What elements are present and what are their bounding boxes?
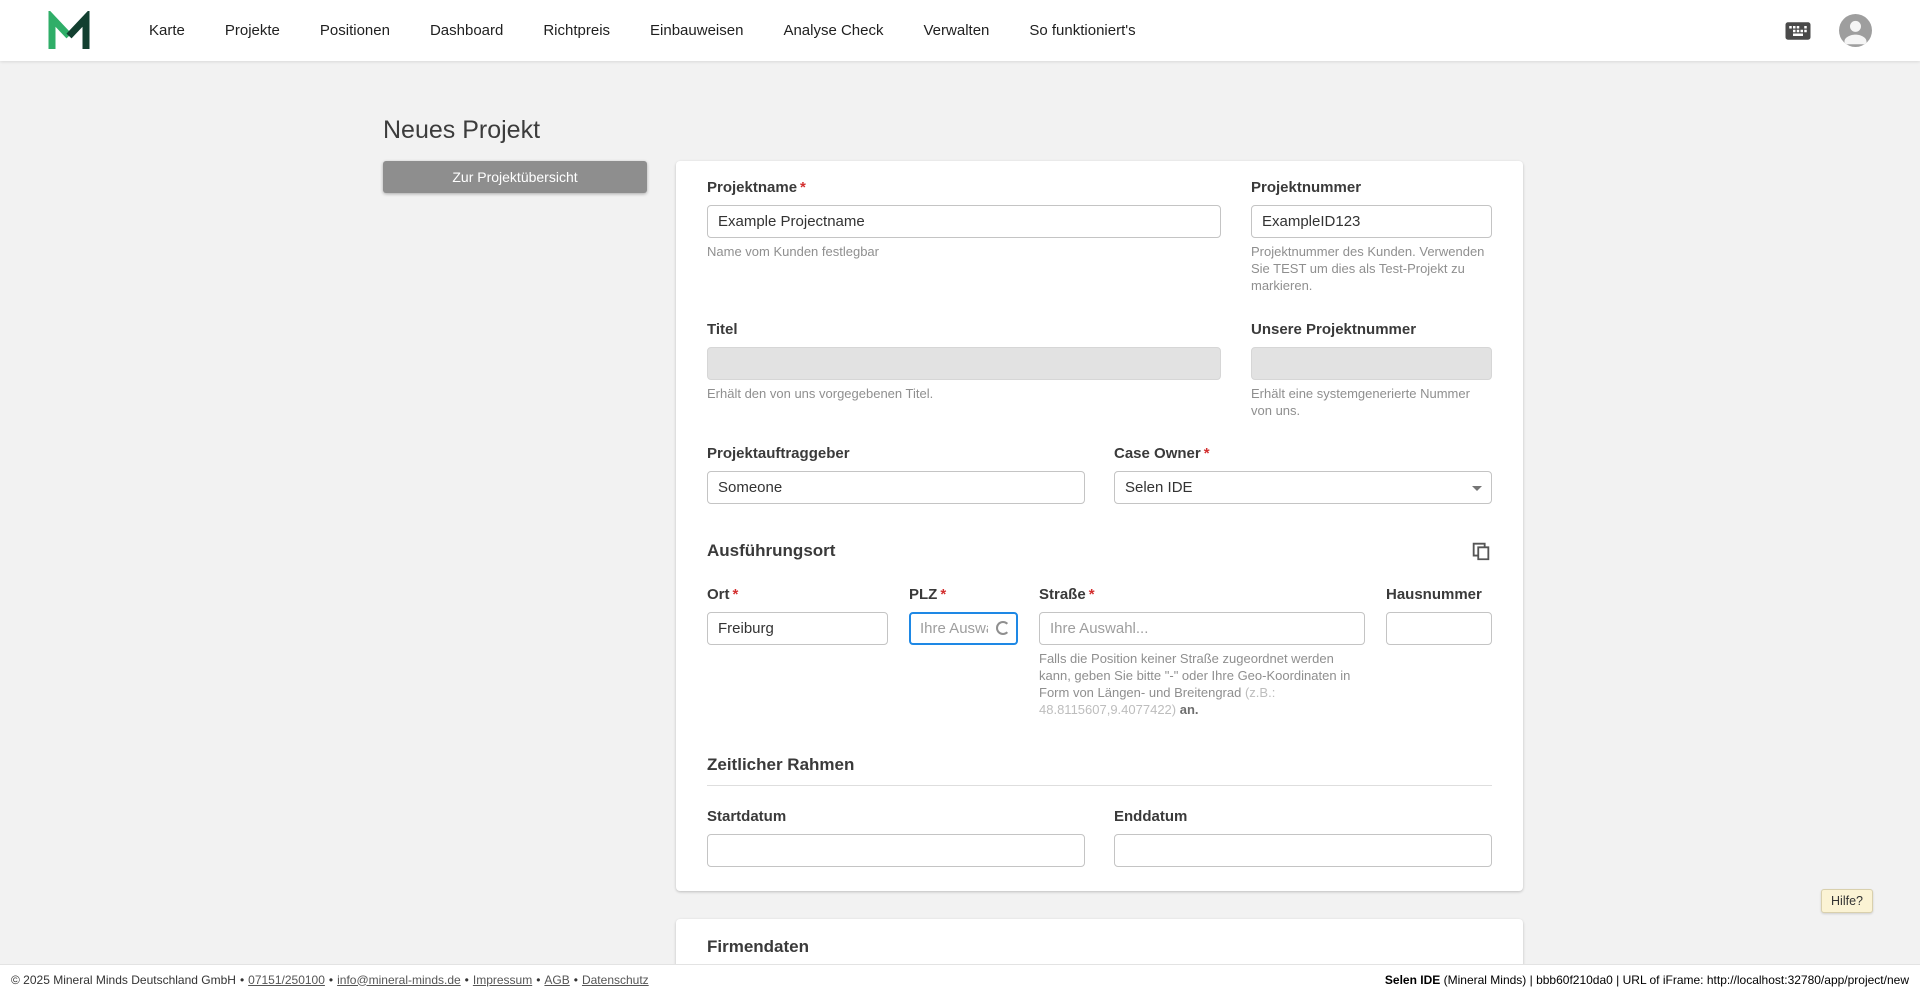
- titel-label: Titel: [707, 320, 738, 338]
- field-plz: PLZ *: [909, 586, 1018, 646]
- nav-item-projekte[interactable]: Projekte: [225, 22, 280, 39]
- plz-label: PLZ *: [909, 586, 1018, 603]
- footer-link-email[interactable]: info@mineral-minds.de: [337, 973, 461, 987]
- nav-item-analyse-check[interactable]: Analyse Check: [783, 22, 883, 39]
- strasse-label: Straße *: [1039, 586, 1365, 603]
- help-button[interactable]: Hilfe?: [1821, 889, 1873, 913]
- projektnummer-label: Projektnummer: [1251, 179, 1362, 196]
- case-owner-label-text: Case Owner: [1114, 445, 1201, 463]
- strasse-helper-suffix: an.: [1176, 702, 1199, 718]
- field-projektname: Projektname* Name vom Kunden festlegbar: [707, 179, 1221, 295]
- session-user: Selen IDE: [1384, 972, 1441, 987]
- nav-item-so-funktionierts[interactable]: So funktioniert's: [1029, 22, 1135, 39]
- hausnummer-input[interactable]: [1386, 612, 1492, 646]
- field-titel: Titel Erhält den von uns vorgegebenen Ti…: [707, 321, 1221, 420]
- footer-links: © 2025 Mineral Minds Deutschland GmbH • …: [11, 973, 649, 987]
- main-nav: Karte Projekte Positionen Dashboard Rich…: [149, 22, 1783, 39]
- separator-dot: •: [464, 972, 469, 987]
- main-content: Neues Projekt Zur Projektübersicht Proje…: [0, 61, 1920, 964]
- required-asterisk: *: [1203, 445, 1210, 463]
- enddatum-input[interactable]: [1114, 834, 1492, 868]
- projektname-label: Projektname *: [707, 179, 1221, 196]
- required-asterisk: *: [940, 586, 947, 604]
- projektname-input[interactable]: [707, 205, 1221, 238]
- strasse-label-text: Straße: [1039, 586, 1086, 604]
- required-asterisk: *: [1088, 586, 1095, 604]
- case-owner-select[interactable]: Selen IDE: [1114, 471, 1492, 505]
- titel-helper: Erhält den von uns vorgegebenen Titel.: [707, 385, 934, 401]
- copy-icon: [1472, 543, 1490, 561]
- projektname-label-text: Projektname: [707, 179, 798, 196]
- nav-item-richtpreis[interactable]: Richtpreis: [543, 22, 610, 39]
- projektname-helper: Name vom Kunden festlegbar: [707, 244, 879, 259]
- field-ort: Ort *: [707, 586, 888, 646]
- mineral-minds-logo[interactable]: [47, 10, 93, 52]
- field-projektauftraggeber: Projektauftraggeber: [707, 445, 1085, 505]
- enddatum-label: Enddatum: [1114, 808, 1188, 826]
- projektauftraggeber-label: Projektauftraggeber: [707, 445, 850, 463]
- unsere-projektnummer-input: [1251, 346, 1492, 380]
- field-enddatum: Enddatum: [1114, 808, 1492, 868]
- chevron-down-icon: [1472, 486, 1482, 492]
- nav-item-einbauweisen[interactable]: Einbauweisen: [650, 22, 743, 39]
- field-startdatum: Startdatum: [707, 808, 1085, 868]
- field-projektnummer: Projektnummer Projektnummer des Kunden. …: [1251, 179, 1492, 295]
- keyboard-icon[interactable]: [1783, 16, 1813, 46]
- field-case-owner: Case Owner * Selen IDE: [1114, 445, 1492, 505]
- section-zeitlicher-rahmen: Zeitlicher Rahmen: [707, 755, 1492, 787]
- nav-item-dashboard[interactable]: Dashboard: [430, 22, 503, 39]
- separator-dot: •: [573, 972, 578, 987]
- footer-link-agb[interactable]: AGB: [544, 973, 569, 987]
- projektnummer-input[interactable]: [1251, 205, 1492, 238]
- footer-link-phone[interactable]: 07151/250100: [248, 973, 325, 987]
- footer-link-datenschutz[interactable]: Datenschutz: [582, 973, 649, 987]
- company-data-card: Firmendaten: [676, 919, 1523, 964]
- titel-input: [707, 346, 1221, 380]
- case-owner-value: Selen IDE: [1125, 479, 1193, 497]
- top-nav: Karte Projekte Positionen Dashboard Rich…: [0, 0, 1920, 61]
- unsere-projektnummer-helper: Erhält eine systemgenerierte Nummer von …: [1251, 385, 1470, 418]
- plz-label-text: PLZ: [909, 586, 938, 604]
- session-details: (Mineral Minds) | bbb60f210da0 | URL of …: [1440, 972, 1909, 987]
- user-avatar[interactable]: [1839, 14, 1872, 47]
- header-actions: [1783, 14, 1872, 47]
- unsere-projektnummer-label: Unsere Projektnummer: [1251, 320, 1417, 338]
- strasse-helper: Falls die Position keiner Straße zugeord…: [1039, 651, 1365, 719]
- footer: © 2025 Mineral Minds Deutschland GmbH • …: [0, 964, 1920, 994]
- back-to-projects-button[interactable]: Zur Projektübersicht: [383, 161, 647, 193]
- separator-dot: •: [328, 972, 334, 987]
- projektauftraggeber-input[interactable]: [707, 471, 1085, 505]
- copyright-text: © 2025 Mineral Minds Deutschland GmbH: [11, 972, 236, 987]
- strasse-input[interactable]: [1039, 612, 1365, 646]
- nav-item-karte[interactable]: Karte: [149, 22, 185, 39]
- session-info: Selen IDE (Mineral Minds) | bbb60f210da0…: [1385, 973, 1909, 987]
- section-ausfuehrungsort: Ausführungsort: [707, 541, 836, 561]
- required-asterisk: *: [800, 179, 806, 196]
- hausnummer-label: Hausnummer: [1386, 586, 1482, 604]
- ort-label-text: Ort: [707, 586, 730, 604]
- project-form-card: Projektname* Name vom Kunden festlegbar …: [676, 161, 1523, 892]
- nav-item-verwalten[interactable]: Verwalten: [924, 22, 990, 39]
- mineral-minds-logo-icon: [48, 10, 90, 49]
- projektnummer-helper: Projektnummer des Kunden. Verwenden Sie …: [1251, 244, 1485, 293]
- footer-link-impressum[interactable]: Impressum: [473, 973, 532, 987]
- startdatum-label: Startdatum: [707, 808, 787, 826]
- field-strasse: Straße *: [1039, 586, 1365, 646]
- startdatum-input[interactable]: [707, 834, 1085, 868]
- separator-dot: •: [536, 972, 541, 987]
- page-title: Neues Projekt: [383, 116, 541, 144]
- case-owner-label: Case Owner *: [1114, 445, 1492, 462]
- required-asterisk: *: [732, 586, 739, 604]
- field-hausnummer: Hausnummer: [1386, 586, 1492, 646]
- separator-dot: •: [239, 972, 245, 987]
- section-firmendaten: Firmendaten: [707, 937, 1492, 964]
- ort-input[interactable]: [707, 612, 888, 646]
- field-unsere-projektnummer: Unsere Projektnummer Erhält eine systemg…: [1251, 321, 1492, 420]
- nav-item-positionen[interactable]: Positionen: [320, 22, 390, 39]
- person-icon: [1844, 20, 1867, 45]
- ort-label: Ort *: [707, 586, 888, 603]
- copy-address-button[interactable]: [1470, 540, 1492, 562]
- strasse-helper-main: Falls die Position keiner Straße zugeord…: [1039, 651, 1351, 701]
